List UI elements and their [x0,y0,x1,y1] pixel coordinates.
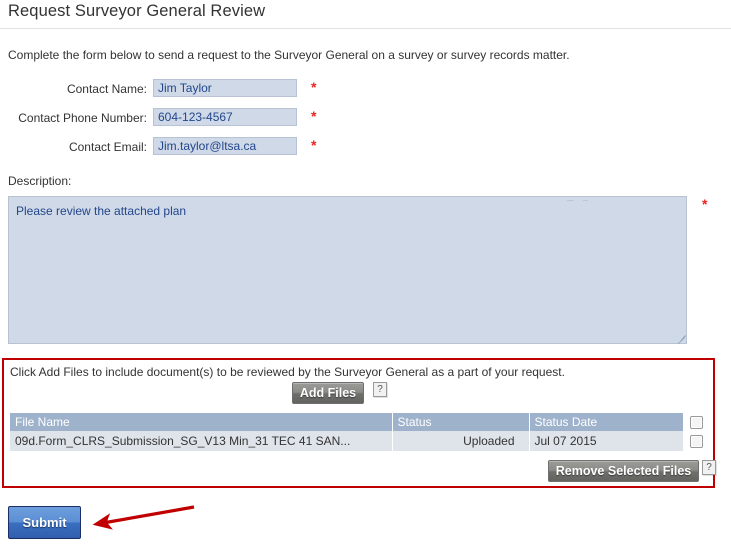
title-divider [0,28,731,29]
contact-name-label: Contact Name: [66,82,147,96]
contact-phone-label-wrap: Contact Phone Number: [0,108,147,130]
contact-name-label-wrap: Contact Name: [0,79,147,101]
table-header-row: File Name Status Status Date [10,413,709,431]
attachments-table: File Name Status Status Date 09d.Form_CL… [10,413,709,451]
cell-file-name: 09d.Form_CLRS_Submission_SG_V13 Min_31 T… [10,431,393,451]
add-files-button[interactable]: Add Files [292,382,364,404]
description-textarea[interactable] [8,196,687,344]
column-header-status[interactable]: Status [392,413,530,431]
contact-name-required-marker: * [311,79,317,95]
cell-row-select [683,431,709,451]
contact-phone-label: Contact Phone Number: [18,111,147,125]
remove-selected-files-help-icon[interactable]: ? [702,460,716,475]
column-header-status-date[interactable]: Status Date [529,413,684,431]
annotation-arrow-icon [92,505,195,530]
contact-phone-input[interactable] [153,108,297,126]
description-label: Description: [8,174,72,188]
column-header-file-name[interactable]: File Name [10,413,393,431]
row-select-checkbox[interactable] [689,435,703,449]
contact-email-input[interactable] [153,137,297,155]
attachments-panel: Click Add Files to include document(s) t… [2,358,716,488]
contact-name-input[interactable] [153,79,297,97]
cell-status-date: Jul 07 2015 [529,431,684,451]
intro-text: Complete the form below to send a reques… [8,48,570,62]
column-header-select-all [683,413,709,431]
add-files-help-icon[interactable]: ? [373,382,387,397]
remove-selected-files-button[interactable]: Remove Selected Files [548,460,699,482]
contact-phone-required-marker: * [311,108,317,124]
contact-email-label: Contact Email: [68,140,147,154]
contact-email-label-wrap: Contact Email: [0,137,147,159]
contact-email-required-marker: * [311,137,317,153]
cell-status: Uploaded [392,431,530,451]
description-required-marker: * [702,196,708,212]
select-all-checkbox[interactable] [689,416,703,430]
submit-button[interactable]: Submit [8,506,81,539]
attachments-instruction: Click Add Files to include document(s) t… [10,365,565,379]
page-title: Request Surveyor General Review [8,2,266,20]
table-row[interactable]: 09d.Form_CLRS_Submission_SG_V13 Min_31 T… [10,431,709,451]
